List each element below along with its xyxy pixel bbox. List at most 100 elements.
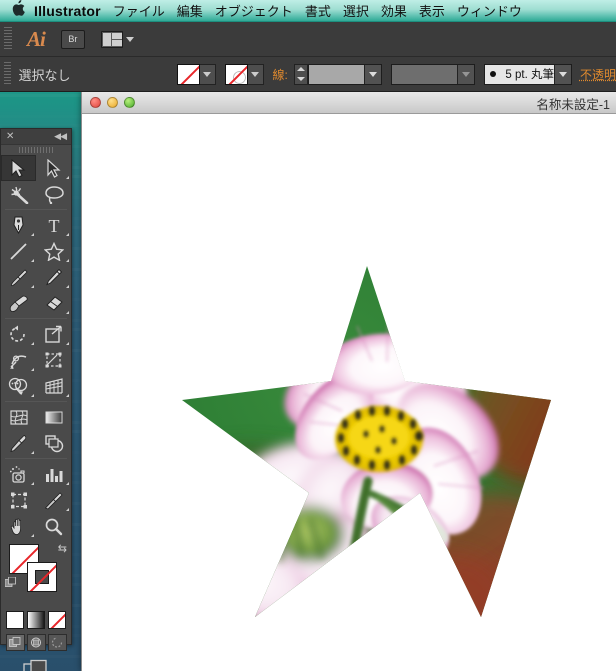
minimize-window-button[interactable] (107, 97, 118, 108)
stroke-swatch-dropdown[interactable] (248, 64, 264, 85)
change-screen-mode-button[interactable] (23, 659, 49, 671)
menu-item-file[interactable]: ファイル (113, 1, 165, 20)
artboard-canvas[interactable] (82, 115, 616, 671)
brush-definition-dropdown[interactable] (554, 65, 571, 84)
color-button[interactable] (6, 611, 24, 629)
apple-logo-icon[interactable] (6, 0, 30, 19)
menu-item-object[interactable]: オブジェクト (215, 1, 293, 20)
tool-flyout-indicator[interactable] (31, 342, 34, 345)
perspective-grid-tool[interactable] (36, 373, 71, 399)
eyedropper-tool[interactable] (1, 430, 36, 456)
none-button[interactable] (48, 611, 66, 629)
close-icon[interactable]: ✕ (6, 132, 14, 142)
rotate-tool[interactable] (1, 321, 36, 347)
opacity-label[interactable]: 不透明 (580, 66, 616, 83)
document-title-bar[interactable]: 名称未設定-1 (82, 92, 616, 114)
direct-selection-tool[interactable] (36, 155, 71, 181)
selection-status-label: 選択なし (19, 65, 71, 84)
blob-brush-tool[interactable] (1, 290, 36, 316)
stroke-weight-label[interactable]: 線: (273, 66, 288, 83)
hand-tool[interactable] (1, 513, 36, 539)
tool-flyout-indicator[interactable] (31, 534, 34, 537)
menu-item-edit[interactable]: 編集 (177, 1, 203, 20)
application-bar: Ai Br (0, 22, 616, 57)
none-slash-icon (226, 64, 248, 85)
draw-behind-button[interactable] (27, 634, 46, 651)
swap-fill-stroke-icon[interactable]: ⇆ (58, 542, 67, 555)
stroke-profile-dropdown[interactable] (457, 65, 474, 84)
tool-flyout-indicator[interactable] (66, 508, 69, 511)
tool-flyout-indicator[interactable] (31, 482, 34, 485)
shape-builder-tool[interactable] (1, 373, 36, 399)
eraser-tool[interactable] (36, 290, 71, 316)
tool-flyout-indicator[interactable] (66, 342, 69, 345)
line-segment-tool[interactable] (1, 238, 36, 264)
magic-wand-tool[interactable] (1, 181, 36, 207)
fill-swatch-button[interactable] (177, 64, 200, 85)
paintbrush-tool[interactable] (1, 264, 36, 290)
star-clipped-flower-photo[interactable] (182, 266, 551, 617)
arrange-documents-button[interactable] (101, 31, 134, 48)
tool-flyout-indicator[interactable] (66, 394, 69, 397)
stroke-profile-combo[interactable] (391, 64, 476, 85)
fill-swatch-dropdown[interactable] (200, 64, 216, 85)
menu-item-type[interactable]: 書式 (305, 1, 331, 20)
tools-panel: ✕ ◀◀ T ⇆ (0, 128, 72, 645)
stroke-swatch[interactable] (27, 562, 57, 592)
tool-flyout-indicator[interactable] (66, 176, 69, 179)
scale-tool[interactable] (36, 321, 71, 347)
artboard-tool[interactable] (1, 487, 36, 513)
column-graph-tool[interactable] (36, 461, 71, 487)
draw-normal-button[interactable] (6, 634, 25, 651)
symbol-sprayer-tool[interactable] (1, 461, 36, 487)
stroke-weight-dropdown[interactable] (364, 65, 381, 84)
mesh-tool[interactable] (1, 404, 36, 430)
brush-definition-combo[interactable]: 5 pt. 丸筆 (484, 64, 572, 85)
stroke-weight-combo[interactable] (308, 64, 382, 85)
pencil-tool[interactable] (36, 264, 71, 290)
blend-tool[interactable] (36, 430, 71, 456)
menu-item-select[interactable]: 選択 (343, 1, 369, 20)
gradient-tool[interactable] (36, 404, 71, 430)
tools-panel-gripper[interactable] (1, 145, 71, 155)
menu-app-name[interactable]: Illustrator (34, 3, 101, 19)
tool-flyout-indicator[interactable] (66, 259, 69, 262)
tool-flyout-indicator[interactable] (31, 451, 34, 454)
stroke-swatch-button[interactable] (225, 64, 248, 85)
free-transform-tool[interactable] (36, 347, 71, 373)
launch-bridge-button[interactable]: Br (61, 30, 85, 49)
lasso-tool[interactable] (36, 181, 71, 207)
menu-item-window[interactable]: ウィンドウ (457, 1, 522, 20)
tools-panel-header[interactable]: ✕ ◀◀ (1, 129, 71, 145)
slice-tool[interactable] (36, 487, 71, 513)
tool-flyout-indicator[interactable] (66, 233, 69, 236)
zoom-tool[interactable] (36, 513, 71, 539)
tool-flyout-indicator[interactable] (31, 368, 34, 371)
tools-divider (5, 458, 67, 459)
tool-flyout-indicator[interactable] (31, 285, 34, 288)
menu-item-effect[interactable]: 効果 (381, 1, 407, 20)
shape-tool[interactable] (36, 238, 71, 264)
tool-flyout-indicator[interactable] (31, 233, 34, 236)
tool-flyout-indicator[interactable] (66, 482, 69, 485)
chevron-down-icon (203, 72, 211, 77)
zoom-window-button[interactable] (124, 97, 135, 108)
width-tool[interactable] (1, 347, 36, 373)
tool-flyout-indicator[interactable] (31, 394, 34, 397)
tool-flyout-indicator[interactable] (31, 259, 34, 262)
default-fill-stroke-icon[interactable] (5, 577, 16, 588)
appbar-gripper[interactable] (3, 27, 13, 51)
draw-inside-button[interactable] (48, 634, 67, 651)
type-tool[interactable]: T (36, 212, 71, 238)
tools-divider (5, 318, 67, 319)
controlbar-gripper[interactable] (3, 62, 11, 86)
double-chevron-left-icon[interactable]: ◀◀ (54, 131, 66, 142)
selection-tool[interactable] (1, 155, 36, 181)
stroke-weight-stepper[interactable] (294, 64, 308, 85)
close-window-button[interactable] (90, 97, 101, 108)
tool-flyout-indicator[interactable] (66, 311, 69, 314)
pen-tool[interactable] (1, 212, 36, 238)
menu-item-view[interactable]: 表示 (419, 1, 445, 20)
tool-flyout-indicator[interactable] (66, 285, 69, 288)
gradient-button[interactable] (27, 611, 45, 629)
